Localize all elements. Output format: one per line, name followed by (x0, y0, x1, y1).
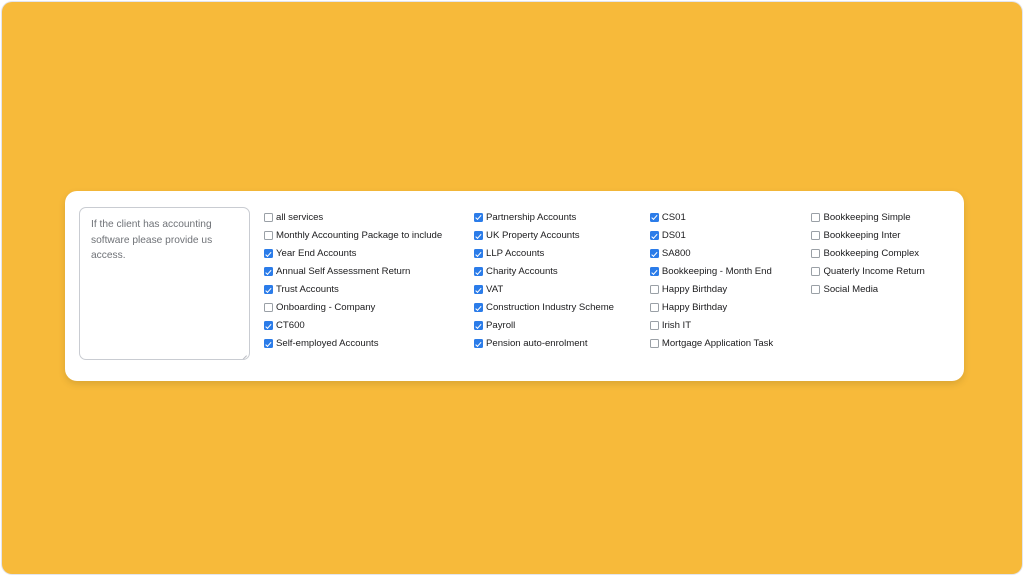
checkbox-label: Trust Accounts (276, 283, 339, 295)
checkbox-label: Annual Self Assessment Return (276, 265, 411, 277)
checkbox-checked-icon[interactable] (474, 284, 484, 294)
checkbox-row[interactable]: Bookkeeping Complex (811, 244, 954, 262)
checkbox-checked-icon[interactable] (474, 303, 484, 313)
checkbox-label: Construction Industry Scheme (486, 302, 614, 314)
checkbox-label: Bookkeeping Simple (823, 211, 911, 223)
checkbox-label: Mortgage Application Task (661, 338, 774, 350)
checkbox-row[interactable]: SA800 (649, 244, 812, 262)
checkbox-checked-icon[interactable] (474, 248, 484, 258)
services-form-card: If the client has accounting software pl… (65, 191, 964, 381)
checkbox-checked-icon[interactable] (474, 321, 484, 331)
accounting-software-notes-textarea[interactable]: If the client has accounting software pl… (79, 207, 250, 360)
checkbox-label: Quaterly Income Return (823, 265, 925, 277)
checkbox-label: Bookkeeping Complex (823, 247, 920, 259)
page-background: If the client has accounting software pl… (2, 2, 1022, 574)
checkbox-unchecked-icon[interactable] (649, 284, 659, 294)
checkbox-checked-icon[interactable] (474, 212, 484, 222)
checkbox-row[interactable]: LLP Accounts (474, 244, 650, 262)
checkbox-row[interactable]: Trust Accounts (264, 280, 474, 298)
checkbox-label: Payroll (486, 320, 516, 332)
checkbox-unchecked-icon[interactable] (811, 248, 821, 258)
checkbox-checked-icon[interactable] (264, 339, 273, 349)
checkbox-label: UK Property Accounts (486, 229, 580, 241)
checkbox-unchecked-icon[interactable] (649, 339, 659, 349)
checkbox-row[interactable]: Charity Accounts (474, 262, 650, 280)
checkbox-checked-icon[interactable] (649, 212, 659, 222)
checkbox-row[interactable]: Payroll (474, 317, 650, 335)
checkbox-row[interactable]: Bookkeeping Inter (811, 226, 954, 244)
checkbox-label: SA800 (661, 247, 691, 259)
checkbox-unchecked-icon[interactable] (264, 303, 273, 313)
checkbox-unchecked-icon[interactable] (811, 212, 821, 222)
checkbox-label: Year End Accounts (276, 247, 357, 259)
checkbox-row[interactable]: Social Media (811, 280, 954, 298)
checkbox-label: Pension auto-enrolment (486, 338, 588, 350)
checkbox-label: Social Media (823, 283, 879, 295)
checkbox-row[interactable]: Monthly Accounting Package to include (264, 226, 474, 244)
checkbox-label: Partnership Accounts (486, 211, 577, 223)
checkbox-label: Monthly Accounting Package to include (276, 229, 443, 241)
checkbox-checked-icon[interactable] (649, 230, 659, 240)
checkbox-row[interactable]: VAT (474, 280, 650, 298)
checkbox-label: VAT (486, 283, 504, 295)
checkbox-row[interactable]: Quaterly Income Return (811, 262, 954, 280)
services-column-1: all services Monthly Accounting Package t… (264, 208, 474, 353)
checkbox-label: DS01 (661, 229, 686, 241)
checkbox-checked-icon[interactable] (264, 284, 273, 294)
checkbox-unchecked-icon[interactable] (264, 230, 273, 240)
checkbox-row[interactable]: Onboarding - Company (264, 298, 474, 316)
checkbox-row[interactable]: Construction Industry Scheme (474, 298, 650, 316)
checkbox-row[interactable]: Bookkeeping - Month End (649, 262, 812, 280)
checkbox-checked-icon[interactable] (649, 266, 659, 276)
checkbox-label: all services (276, 211, 324, 223)
checkbox-row[interactable]: Irish IT (649, 317, 812, 335)
checkbox-row[interactable]: Annual Self Assessment Return (264, 262, 474, 280)
checkbox-row[interactable]: all services (264, 208, 474, 226)
checkbox-checked-icon[interactable] (649, 248, 659, 258)
services-checkbox-columns: all services Monthly Accounting Package t… (264, 208, 954, 353)
checkbox-row[interactable]: Pension auto-enrolment (474, 335, 650, 353)
checkbox-unchecked-icon[interactable] (649, 303, 659, 313)
checkbox-checked-icon[interactable] (474, 230, 484, 240)
checkbox-row[interactable]: Partnership Accounts (474, 208, 650, 226)
form-card-inner: If the client has accounting software pl… (65, 191, 964, 381)
checkbox-row[interactable]: Year End Accounts (264, 244, 474, 262)
checkbox-label: Irish IT (661, 320, 692, 332)
checkbox-label: Bookkeeping Inter (823, 229, 901, 241)
checkbox-row[interactable]: Mortgage Application Task (649, 335, 812, 353)
checkbox-label: Happy Birthday (661, 302, 728, 314)
checkbox-unchecked-icon[interactable] (811, 266, 821, 276)
checkbox-checked-icon[interactable] (264, 248, 273, 258)
checkbox-unchecked-icon[interactable] (811, 230, 821, 240)
checkbox-checked-icon[interactable] (474, 339, 484, 349)
checkbox-label: Charity Accounts (486, 265, 558, 277)
checkbox-row[interactable]: Self-employed Accounts (264, 335, 474, 353)
checkbox-label: LLP Accounts (486, 247, 545, 259)
checkbox-label: Bookkeeping - Month End (661, 265, 772, 277)
checkbox-checked-icon[interactable] (264, 321, 273, 331)
checkbox-label: Onboarding - Company (276, 302, 376, 314)
services-column-4: Bookkeeping Simple Bookkeeping Inter Bookk… (811, 208, 954, 298)
checkbox-label: Happy Birthday (661, 283, 728, 295)
checkbox-row[interactable]: Happy Birthday (649, 298, 812, 316)
services-column-3: CS01 DS01 SA800 Bookkeeping - Month End Happ… (649, 208, 812, 353)
notes-field-wrapper: If the client has accounting software pl… (79, 207, 250, 360)
checkbox-label: Self-employed Accounts (276, 338, 379, 350)
checkbox-unchecked-icon[interactable] (649, 321, 659, 331)
checkbox-row[interactable]: DS01 (649, 226, 812, 244)
checkbox-checked-icon[interactable] (264, 266, 273, 276)
checkbox-label: CS01 (661, 211, 686, 223)
checkbox-unchecked-icon[interactable] (264, 212, 273, 222)
checkbox-unchecked-icon[interactable] (811, 284, 821, 294)
checkbox-row[interactable]: UK Property Accounts (474, 226, 650, 244)
checkbox-row[interactable]: Bookkeeping Simple (811, 208, 954, 226)
checkbox-row[interactable]: CT600 (264, 317, 474, 335)
services-column-2: Partnership Accounts UK Property Accounts… (474, 208, 650, 353)
checkbox-row[interactable]: CS01 (649, 208, 812, 226)
checkbox-label: CT600 (276, 320, 305, 332)
textarea-resize-handle-icon[interactable] (238, 348, 247, 359)
checkbox-row[interactable]: Happy Birthday (649, 280, 812, 298)
screenshot-stage: If the client has accounting software pl… (0, 0, 1024, 576)
checkbox-checked-icon[interactable] (474, 266, 484, 276)
